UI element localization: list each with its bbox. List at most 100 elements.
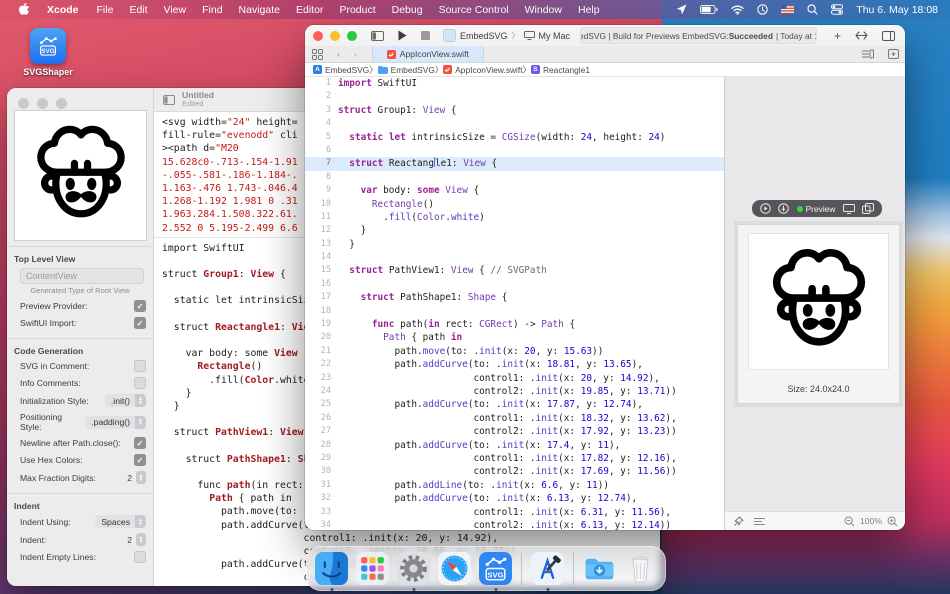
menu-item-debug[interactable]: Debug — [384, 4, 431, 16]
code-line[interactable]: 11 .fill(Color.white) — [305, 211, 724, 224]
menu-item-source-control[interactable]: Source Control — [431, 4, 517, 16]
breadcrumb-item[interactable]: EmbedSVG — [377, 65, 435, 75]
menu-item-navigate[interactable]: Navigate — [231, 4, 288, 16]
editor-layout-icon[interactable] — [882, 30, 895, 41]
control-center-icon[interactable] — [831, 4, 844, 15]
pin-icon[interactable] — [733, 516, 744, 527]
code-line[interactable]: 23 control1: .init(x: 20, y: 14.92), — [305, 372, 724, 385]
code-line[interactable]: 17 struct PathShape1: Shape { — [305, 291, 724, 304]
checkbox[interactable] — [134, 551, 146, 563]
code-line[interactable]: 24 control2: .init(x: 19.85, y: 13.71)) — [305, 385, 724, 398]
checkbox[interactable]: ✓ — [134, 317, 146, 329]
minimize-button[interactable] — [330, 30, 340, 41]
live-preview-icon[interactable] — [759, 203, 771, 214]
code-line[interactable]: 2 — [305, 90, 724, 103]
run-button[interactable] — [398, 30, 407, 41]
code-line[interactable]: 21 path.move(to: .init(x: 20, y: 15.63)) — [305, 345, 724, 358]
breadcrumb-item[interactable]: S Reactangle1 — [530, 65, 590, 75]
pin-preview-icon[interactable] — [778, 203, 789, 214]
dock-item-xcode[interactable] — [530, 551, 565, 591]
shortcuts-icon[interactable] — [757, 4, 769, 15]
code-line[interactable]: 22 path.addCurve(to: .init(x: 18.81, y: … — [305, 358, 724, 371]
code-line[interactable]: 20 Path { path in — [305, 331, 724, 344]
breadcrumb-item[interactable]: AppIconView.swift — [443, 65, 523, 75]
menu-item-help[interactable]: Help — [570, 4, 608, 16]
menu-item-window[interactable]: Window — [517, 4, 570, 16]
menu-item-find[interactable]: Find — [194, 4, 230, 16]
add-button[interactable]: + — [834, 29, 841, 43]
menu-item-product[interactable]: Product — [331, 4, 383, 16]
menu-item-file[interactable]: File — [89, 4, 122, 16]
zoom-level[interactable]: 100% — [860, 516, 882, 526]
close-button[interactable] — [18, 98, 29, 109]
checkbox[interactable] — [134, 377, 146, 389]
code-line[interactable]: 6 — [305, 144, 724, 157]
zoom-out-icon[interactable] — [844, 516, 855, 527]
location-icon[interactable] — [676, 4, 687, 15]
dock-item-finder[interactable] — [314, 551, 349, 591]
code-line[interactable]: 31 path.addLine(to: .init(x: 6.6, y: 11)… — [305, 479, 724, 492]
code-line[interactable]: 8 — [305, 171, 724, 184]
version-editor-icon[interactable] — [855, 31, 868, 40]
menu-item-editor[interactable]: Editor — [288, 4, 331, 16]
stepper[interactable]: 2 ▲ ▼ — [127, 533, 146, 546]
dropdown[interactable]: .init() ▲ ▼ — [104, 394, 146, 407]
code-line[interactable]: 33 control1: .init(x: 6.31, y: 11.56), — [305, 506, 724, 519]
code-editor[interactable]: 1 import SwiftUI 2 3 struct Group1: View {… — [305, 77, 724, 530]
forward-button[interactable]: › — [354, 49, 357, 59]
dock-item-downloads[interactable] — [582, 551, 617, 586]
editor-options-icon[interactable] — [862, 49, 874, 59]
checkbox[interactable] — [134, 360, 146, 372]
tab-overview-icon[interactable] — [312, 48, 323, 60]
close-button[interactable] — [313, 30, 323, 41]
code-line[interactable]: 30 control2: .init(x: 17.69, y: 11.56)) — [305, 465, 724, 478]
checkbox[interactable]: ✓ — [134, 437, 146, 449]
zoom-button[interactable] — [347, 30, 357, 41]
code-line[interactable]: 26 control1: .init(x: 18.32, y: 13.62), — [305, 412, 724, 425]
code-line[interactable]: 3 struct Group1: View { — [305, 104, 724, 117]
wifi-icon[interactable] — [731, 5, 744, 15]
code-line[interactable]: 15 struct PathView1: View { // SVGPath — [305, 264, 724, 277]
code-line[interactable]: 25 path.addCurve(to: .init(x: 17.87, y: … — [305, 398, 724, 411]
menu-item-view[interactable]: View — [156, 4, 195, 16]
toplevel-name-field[interactable]: ContentView — [20, 268, 144, 284]
code-line[interactable]: 29 control1: .init(x: 17.82, y: 12.16), — [305, 452, 724, 465]
breadcrumb-item[interactable]: A EmbedSVG — [313, 65, 369, 75]
dock-item-svgshaper[interactable]: SVG — [478, 551, 513, 591]
desktop-icon-svgshaper[interactable]: SVG SVGShaper — [14, 28, 82, 77]
code-line[interactable]: 34 control2: .init(x: 6.13, y: 12.14)) — [305, 519, 724, 530]
list-icon[interactable] — [754, 517, 765, 526]
menu-item-edit[interactable]: Edit — [121, 4, 155, 16]
stop-button[interactable] — [421, 31, 430, 40]
add-editor-icon[interactable] — [888, 49, 899, 59]
code-line[interactable]: 1 import SwiftUI — [305, 77, 724, 90]
checkbox[interactable]: ✓ — [134, 454, 146, 466]
code-line[interactable]: 27 control2: .init(x: 17.92, y: 13.23)) — [305, 425, 724, 438]
checkbox[interactable]: ✓ — [134, 300, 146, 312]
code-line[interactable]: 18 — [305, 305, 724, 318]
tab-appiconview[interactable]: AppIconView.swift — [371, 46, 484, 62]
search-icon[interactable] — [807, 4, 818, 15]
code-line[interactable]: 7 struct Reactangle1: View { — [305, 157, 724, 171]
minimize-button[interactable] — [37, 98, 48, 109]
dock-item-safari[interactable] — [437, 551, 472, 586]
dock-item-trash[interactable] — [623, 551, 658, 586]
dropdown[interactable]: Spaces ▲ ▼ — [95, 515, 146, 528]
menu-app-name[interactable]: Xcode — [39, 4, 87, 16]
apple-menu-icon[interactable] — [10, 3, 37, 16]
code-line[interactable]: 16 — [305, 278, 724, 291]
code-line[interactable]: 28 path.addCurve(to: .init(x: 17.4, y: 1… — [305, 439, 724, 452]
zoom-in-icon[interactable] — [887, 516, 898, 527]
zoom-button[interactable] — [56, 98, 67, 109]
duplicate-preview-icon[interactable] — [862, 203, 875, 214]
battery-icon[interactable] — [700, 5, 718, 14]
code-line[interactable]: 9 var body: some View { — [305, 184, 724, 197]
code-line[interactable]: 32 path.addCurve(to: .init(x: 6.13, y: 1… — [305, 492, 724, 505]
code-line[interactable]: 14 — [305, 251, 724, 264]
preview-device-card[interactable]: Size: 24.0x24.0 — [737, 224, 900, 404]
dock-item-launchpad[interactable] — [355, 551, 390, 586]
scheme-selector[interactable]: EmbedSVG 〉 My Mac — [443, 29, 570, 42]
dock-item-system-preferences[interactable] — [396, 551, 431, 591]
stepper[interactable]: 2 ▲ ▼ — [127, 471, 146, 484]
code-line[interactable]: 4 — [305, 117, 724, 130]
